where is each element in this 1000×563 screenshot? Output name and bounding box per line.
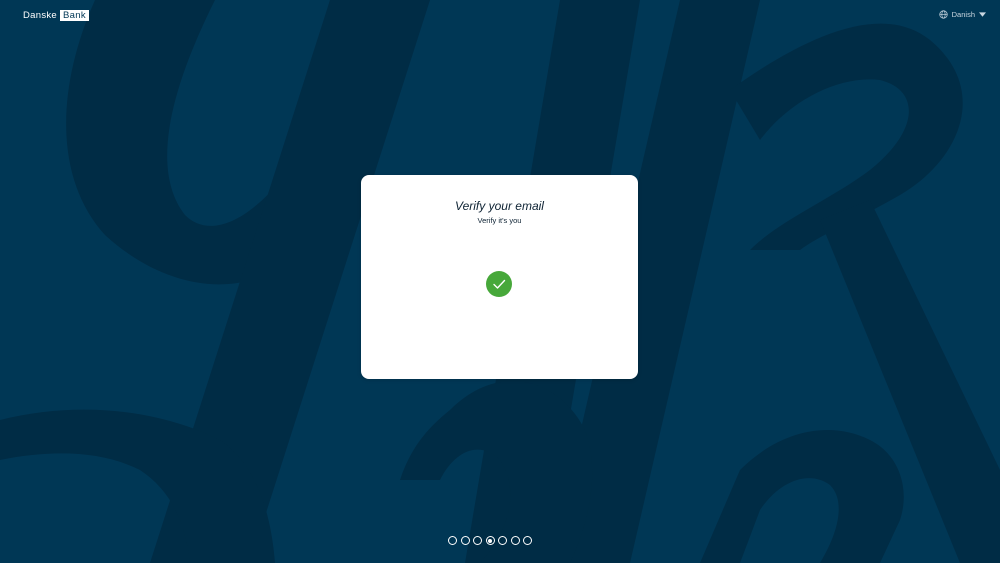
caret-down-icon <box>979 12 986 17</box>
check-circle-icon <box>486 271 512 297</box>
danske-bank-logo[interactable]: Danske Bank <box>23 10 89 21</box>
progress-steps <box>448 536 532 545</box>
progress-step-3[interactable] <box>473 536 482 545</box>
verification-card: Verify your email Verify it's you <box>361 175 638 379</box>
globe-icon <box>939 10 948 19</box>
progress-step-4[interactable] <box>485 536 495 545</box>
card-subtitle: Verify it's you <box>477 216 522 225</box>
progress-step-2[interactable] <box>460 536 470 545</box>
language-label: Danish <box>951 10 975 19</box>
progress-step-1[interactable] <box>448 536 457 545</box>
progress-step-5[interactable] <box>498 536 507 545</box>
logo-text: Danske <box>23 10 58 21</box>
top-bar: Danske Bank Danish <box>0 0 1000 32</box>
card-title: Verify your email <box>455 199 544 213</box>
logo-boxed-text: Bank <box>60 10 89 21</box>
progress-step-6[interactable] <box>510 536 520 545</box>
language-selector[interactable]: Danish <box>939 10 986 19</box>
progress-step-7[interactable] <box>523 536 532 545</box>
